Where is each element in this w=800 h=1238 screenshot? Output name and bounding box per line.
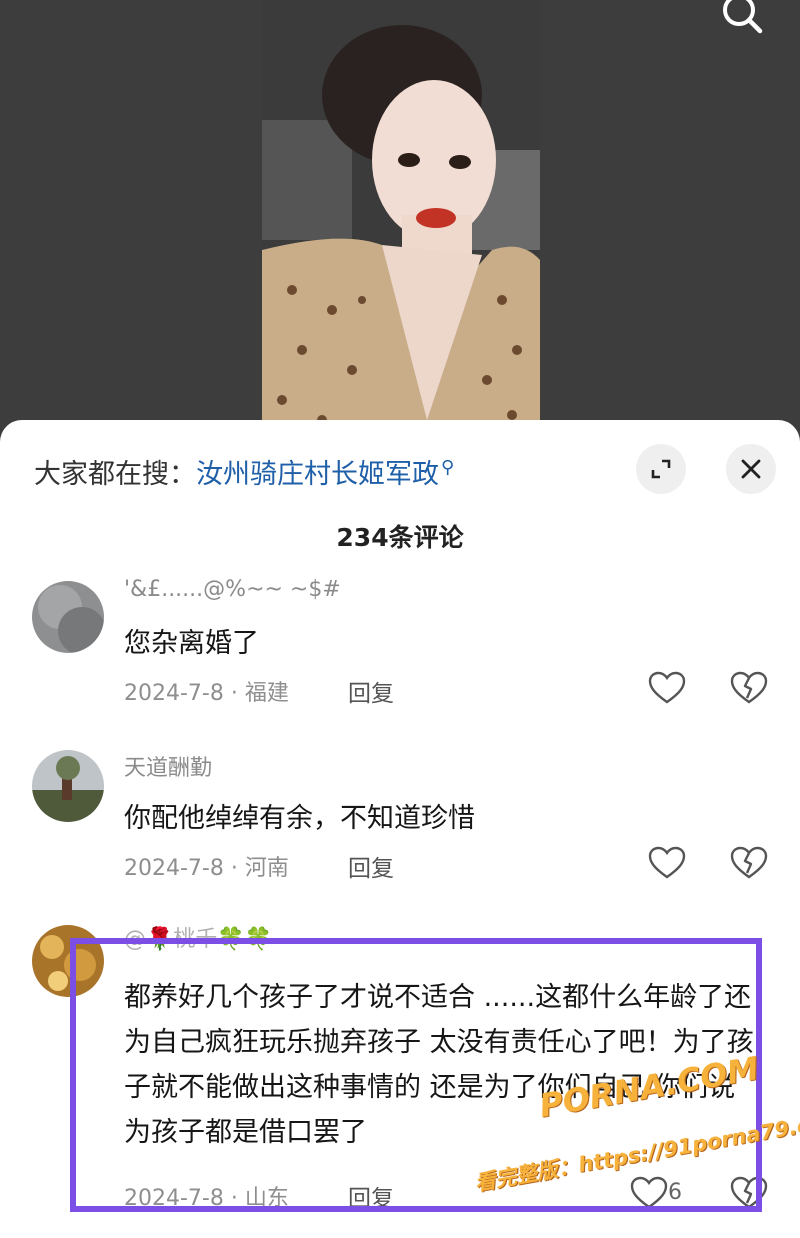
comment-text: 你配他绰绰有余，不知道珍惜 xyxy=(124,803,475,834)
broken-heart-icon xyxy=(730,1176,768,1209)
like-button[interactable] xyxy=(630,1176,668,1210)
comment-username[interactable]: '&£......@%~~ ~$# xyxy=(124,577,341,602)
avatar-image xyxy=(32,750,104,822)
broken-heart-icon xyxy=(730,846,768,879)
video-area[interactable] xyxy=(0,0,800,440)
comment-text: 您杂离婚了 xyxy=(124,628,259,659)
avatar-image xyxy=(32,581,104,653)
avatar[interactable] xyxy=(32,750,104,822)
heart-outline-icon xyxy=(648,671,686,704)
dislike-button[interactable] xyxy=(730,1176,768,1210)
search-small-icon: ⚲ xyxy=(441,457,455,478)
reply-button[interactable]: 回复 xyxy=(348,674,394,708)
search-button[interactable] xyxy=(716,0,768,40)
avatar-image xyxy=(32,925,104,997)
expand-icon xyxy=(651,459,671,479)
comment-count: 234条评论 xyxy=(336,523,464,552)
search-suggestion-link[interactable]: 汝州骑庄村长姬军政 xyxy=(196,459,439,490)
avatar[interactable] xyxy=(32,925,104,997)
search-icon xyxy=(723,0,763,34)
close-icon xyxy=(741,459,761,479)
expand-button[interactable] xyxy=(636,444,686,494)
heart-outline-icon xyxy=(648,846,686,879)
close-button[interactable] xyxy=(726,444,776,494)
dislike-button[interactable] xyxy=(730,846,768,880)
reply-button[interactable]: 回复 xyxy=(348,1179,394,1213)
search-suggestion[interactable]: 大家都在搜：汝州骑庄村长姬军政 ⚲ xyxy=(34,452,454,491)
broken-heart-icon xyxy=(730,671,768,704)
like-button[interactable] xyxy=(648,671,686,705)
comment-meta: 2024-7-8 · 河南 xyxy=(124,856,289,881)
avatar[interactable] xyxy=(32,581,104,653)
heart-outline-icon xyxy=(630,1176,668,1209)
comment-username[interactable]: @🌹桃千🍀🍀 xyxy=(124,921,272,953)
search-suggestion-prefix: 大家都在搜： xyxy=(34,459,196,490)
like-button[interactable] xyxy=(648,846,686,880)
comment-item: '&£......@%~~ ~$# 您杂离婚了 2024-7-8 · 福建 回复 xyxy=(0,575,800,725)
comment-meta: 2024-7-8 · 山东 xyxy=(124,1186,289,1211)
reply-button[interactable]: 回复 xyxy=(348,849,394,883)
dislike-button[interactable] xyxy=(730,671,768,705)
like-count: 6 xyxy=(668,1180,682,1205)
comment-username[interactable]: 天道酬勤 xyxy=(124,750,212,782)
video-person-image xyxy=(262,0,540,440)
comment-item: 天道酬勤 你配他绰绰有余，不知道珍惜 2024-7-8 · 河南 回复 xyxy=(0,750,800,900)
comment-meta: 2024-7-8 · 福建 xyxy=(124,681,289,706)
video-thumbnail[interactable] xyxy=(262,0,540,440)
